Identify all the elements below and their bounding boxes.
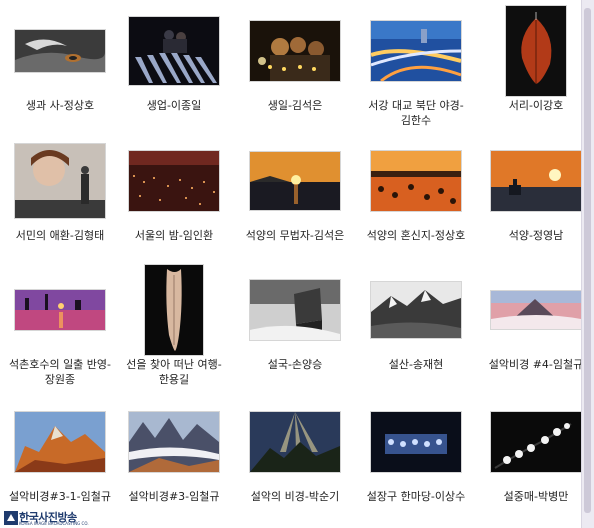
file-name: 설악비경#3-임철규 [128,490,220,503]
file-name: 설국-손양승 [267,358,323,371]
file-item[interactable]: 서울의 밤-임인환 [114,136,234,261]
file-name: 석양의 혼신지-정상호 [366,229,466,242]
seoul-night-skyline-thumbnail [129,151,219,211]
file-name: 생일-김석은 [267,99,323,112]
file-item[interactable]: 설국-손양승 [235,265,355,390]
file-name: 석양의 무법자-김석은 [245,229,345,242]
file-item[interactable]: 생업-이종일 [114,6,234,131]
logo-subtext: KOREA IMAGE BROADCASTING CO. [19,521,89,526]
file-item[interactable]: 석촌호수의 일출 반영-장원종 [0,265,120,390]
file-name: 설악의 비경-박순기 [250,490,340,503]
file-name: 생과 사-정상호 [25,99,95,112]
file-name: 서리-이강호 [508,99,564,112]
fishermen-drying-fish-thumbnail [129,17,219,85]
bird-on-water-thumbnail [15,30,105,72]
file-name: 서울의 밤-임인환 [134,229,214,242]
scroll-thumb[interactable] [584,8,591,513]
file-item[interactable]: 설산-송재현 [356,265,476,390]
snow-cabin-thumbnail [250,280,340,340]
file-item[interactable]: 생과 사-정상호 [0,6,120,131]
sunset-silhouette-thumbnail [491,151,581,211]
file-item[interactable]: 설장구 한마당-이상수 [356,397,476,522]
file-item[interactable]: 석양-정영남 [476,136,594,261]
file-item[interactable]: 서강 대교 북단 야경-김한수 [356,6,476,131]
file-name: 설악비경 #4-임철규 [488,358,584,371]
mountain-mist-thumbnail [129,412,219,472]
file-item[interactable]: 설악비경#3-임철규 [114,397,234,522]
snow-mountain-bw-thumbnail [371,282,461,338]
file-name: 서강 대교 북단 야경-김한수 [368,99,464,127]
broadcaster-logo: 한국사진방송 KOREA IMAGE BROADCASTING CO. [2,509,94,528]
sunset-sea-thumbnail [250,152,340,210]
file-item[interactable]: 서리-이강호 [476,6,594,131]
lake-sunrise-reflection-thumbnail [15,290,105,330]
legs-figure-thumbnail [145,265,203,355]
file-item[interactable]: 석양의 무법자-김석은 [235,136,355,261]
file-item[interactable]: 설악비경 #4-임철규 [476,265,594,390]
bridge-night-view-thumbnail [371,21,461,81]
file-item[interactable]: 설악비경#3-1-임철규 [0,397,120,522]
plum-blossom-snow-thumbnail [491,412,581,472]
vertical-scrollbar[interactable] [581,0,594,528]
file-item[interactable]: 설악의 비경-박순기 [235,397,355,522]
birthday-candles-thumbnail [250,21,340,81]
file-item[interactable]: 서민의 애환-김형태 [0,136,120,261]
file-name: 설악비경#3-1-임철규 [9,490,111,503]
thumbnail-grid: 생과 사-정상호 생업-이종일 생일-김석은 서강 대교 북단 야경-김한수 서… [0,0,583,528]
file-name: 생업-이종일 [146,99,202,112]
file-item[interactable]: 설중매-박병만 [476,397,594,522]
sunrays-mountain-thumbnail [250,412,340,472]
file-name: 설중매-박병만 [503,490,569,503]
file-name: 서민의 애환-김형태 [15,229,105,242]
file-name: 선을 찾아 떠난 여행-한용길 [126,358,222,386]
file-name: 석양-정영남 [508,229,564,242]
sunset-pond-thumbnail [371,151,461,211]
file-name: 설장구 한마당-이상수 [366,490,466,503]
autumn-mountain-thumbnail [15,412,105,472]
drum-performance-thumbnail [371,412,461,472]
file-name: 설산-송재현 [388,358,444,371]
woman-poster-street-thumbnail [15,144,105,218]
file-item[interactable]: 석양의 혼신지-정상호 [356,136,476,261]
frosted-leaf-thumbnail [506,6,566,96]
file-item[interactable]: 선을 찾아 떠난 여행-한용길 [114,265,234,390]
logo-mark-icon [4,511,18,525]
file-item[interactable]: 생일-김석은 [235,6,355,131]
file-name: 석촌호수의 일출 반영-장원종 [8,358,112,386]
mountain-peak-clouds-thumbnail [491,291,581,329]
